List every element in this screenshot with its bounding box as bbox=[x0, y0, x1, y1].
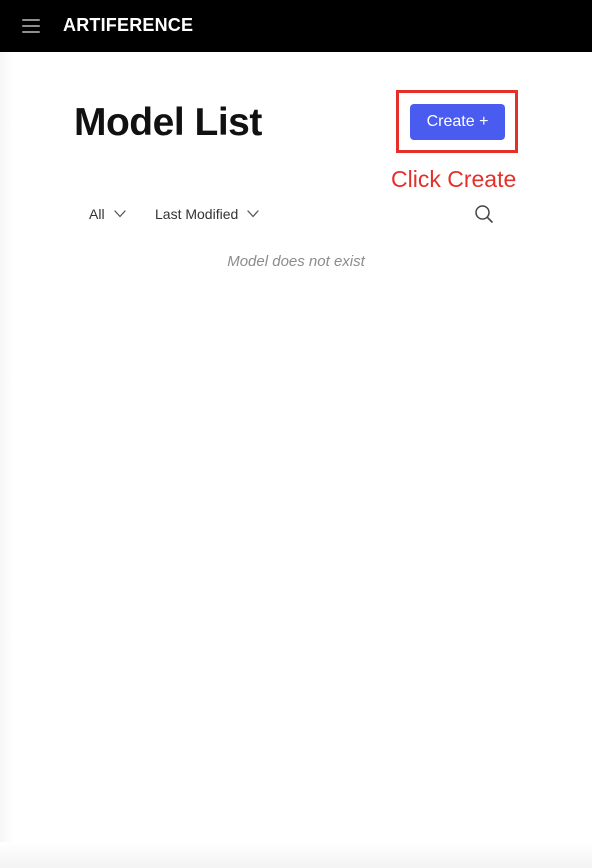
page-title: Model List bbox=[74, 101, 262, 144]
hamburger-menu-icon[interactable] bbox=[20, 15, 42, 37]
chevron-down-icon bbox=[113, 210, 126, 218]
sort-filter-dropdown[interactable]: Last Modified bbox=[155, 204, 259, 224]
chevron-down-icon bbox=[247, 210, 259, 218]
top-navigation-bar: ARTIFERENCE bbox=[0, 0, 592, 52]
category-filter-label: All bbox=[89, 206, 105, 222]
app-window: ARTIFERENCE Model List Create + Click Cr… bbox=[0, 0, 592, 868]
left-edge-shadow bbox=[0, 52, 14, 868]
create-button[interactable]: Create + bbox=[410, 104, 505, 140]
brand-logo-text[interactable]: ARTIFERENCE bbox=[63, 14, 193, 36]
search-icon[interactable] bbox=[473, 203, 495, 225]
category-filter-dropdown[interactable]: All bbox=[89, 204, 126, 224]
empty-state-message: Model does not exist bbox=[227, 253, 365, 270]
bottom-edge-shadow bbox=[0, 842, 592, 868]
annotation-label: Click Create bbox=[391, 166, 517, 192]
sort-filter-label: Last Modified bbox=[155, 206, 239, 222]
